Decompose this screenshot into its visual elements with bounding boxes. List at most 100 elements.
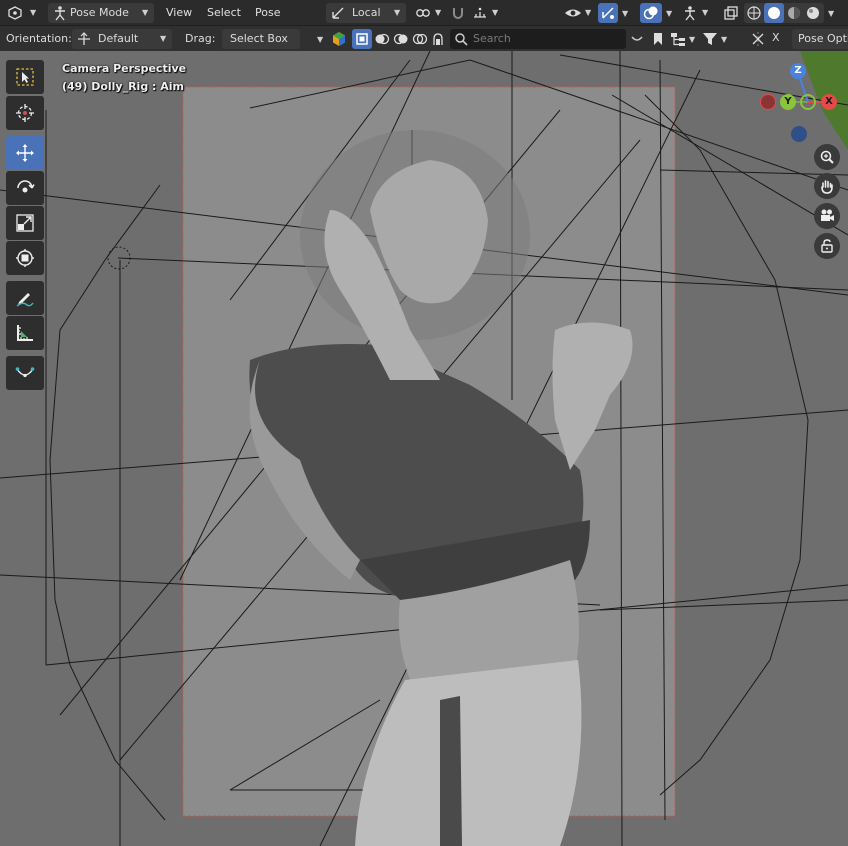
menu-pose[interactable]: Pose (255, 3, 280, 23)
bone-overlays-button[interactable]: ▼ (680, 3, 714, 23)
chevron-down-icon: ▼ (492, 8, 499, 17)
scale-tool[interactable] (6, 206, 44, 240)
axis-neg-z[interactable] (791, 126, 807, 142)
solid-shading-button[interactable] (764, 3, 784, 23)
select-subtract-icon[interactable] (393, 31, 409, 47)
pan-button[interactable] (814, 173, 840, 199)
editor-type-button[interactable]: ▼ (4, 3, 40, 23)
tool-settings-chevron-icon[interactable]: ▼ (317, 35, 323, 44)
select-difference-icon[interactable] (412, 31, 428, 47)
tool-settings-bar: Orientation: Default ▼ Drag: Select Box … (0, 26, 848, 51)
filter-chevron-icon[interactable]: ▼ (721, 35, 727, 44)
camera-icon (821, 209, 834, 221)
x-mirror-label: X (772, 31, 780, 44)
rotate-tool[interactable] (6, 171, 44, 205)
xray-icon (724, 6, 738, 20)
search-placeholder: Search (473, 32, 511, 45)
orientation-local-icon (332, 7, 344, 19)
wireframe-shading-icon[interactable] (746, 5, 762, 21)
menu-view[interactable]: View (166, 3, 192, 23)
axis-neg-x[interactable] (760, 94, 776, 110)
snap-toggle[interactable] (448, 3, 468, 23)
lock-camera-button[interactable] (814, 233, 840, 259)
pose-options-button[interactable]: Pose Opti (792, 29, 848, 49)
3d-viewport[interactable]: Camera Perspective (49) Dolly_Rig : Aim … (0, 51, 848, 846)
relax-tool[interactable] (6, 356, 44, 390)
snap-target-button[interactable]: ▼ (470, 3, 504, 23)
select-mode-new-button[interactable] (352, 29, 372, 49)
xray-toggle[interactable] (720, 3, 742, 23)
camera-perspective-label: Camera Perspective (62, 62, 187, 75)
select-box-tool[interactable] (6, 60, 44, 94)
axis-z[interactable]: Z (790, 63, 806, 79)
shading-menu-chevron-icon[interactable]: ▼ (828, 9, 834, 18)
camera-view-button[interactable] (814, 203, 840, 229)
pose-options-label: Pose Opti (798, 32, 848, 45)
material-shading-icon[interactable] (786, 5, 802, 21)
rotate-icon (17, 180, 35, 193)
chevron-down-icon: ▼ (394, 8, 401, 17)
axis-y[interactable]: Y (780, 94, 796, 110)
overlays-toggle[interactable] (640, 3, 662, 23)
transform-orientation-select[interactable]: Local ▼ (326, 3, 406, 23)
orientation-select[interactable]: Default ▼ (72, 29, 172, 49)
overlays-icon (643, 6, 658, 20)
editor-type-icon (8, 6, 22, 20)
gizmo-toggle[interactable] (598, 3, 618, 23)
orientation-value: Default (98, 32, 139, 45)
overlays-menu-chevron-icon[interactable]: ▼ (666, 9, 672, 18)
orientation-field-label: Orientation: (6, 32, 72, 45)
visibility-button[interactable]: ▼ (562, 3, 596, 23)
transform-tool[interactable] (6, 241, 44, 275)
curve-icon (15, 367, 35, 378)
rendered-shading-icon[interactable] (805, 5, 821, 21)
move-tool[interactable] (6, 136, 44, 170)
navigation-gizmo[interactable]: Z Y X (758, 63, 840, 145)
measure-tool[interactable] (6, 316, 44, 350)
menu-select[interactable]: Select (207, 3, 241, 23)
cursor-3d-icon (16, 104, 34, 122)
magnet-icon (453, 8, 463, 19)
select-box-icon (16, 68, 34, 86)
bookmark-icon[interactable] (651, 31, 665, 47)
select-extend-icon[interactable] (374, 31, 390, 47)
pose-mode-icon (55, 6, 65, 21)
solid-shading-icon (768, 7, 780, 19)
drag-select[interactable]: Select Box (222, 29, 300, 49)
annotate-tool[interactable] (6, 281, 44, 315)
cursor-tool[interactable] (6, 96, 44, 130)
select-intersect-icon[interactable] (430, 31, 446, 47)
search-icon (455, 33, 468, 46)
drag-value: Select Box (230, 32, 288, 45)
hierarchy-icon[interactable] (670, 31, 686, 47)
filter-dropdown-icon[interactable] (629, 31, 645, 47)
chevron-down-icon: ▼ (160, 34, 167, 43)
ruler-icon (17, 325, 33, 341)
mode-label: Pose Mode (70, 6, 129, 19)
x-mirror-icon[interactable] (750, 31, 766, 47)
hand-icon (821, 180, 833, 194)
shading-modes (744, 3, 824, 23)
chevron-down-icon: ▼ (30, 8, 37, 17)
viewport-header: ▼ Pose Mode ▼ View Select Pose Local ▼ ▼ (0, 0, 848, 26)
gizmo-menu-chevron-icon[interactable]: ▼ (622, 9, 628, 18)
filter-icon[interactable] (702, 31, 718, 47)
orientation-default-icon (78, 32, 90, 45)
zoom-button[interactable] (814, 144, 840, 170)
hierarchy-chevron-icon[interactable]: ▼ (689, 35, 695, 44)
pivot-point-button[interactable]: ▼ (412, 3, 446, 23)
pivot-icon (416, 9, 430, 17)
chevron-down-icon: ▼ (585, 8, 592, 17)
axis-x[interactable]: X (821, 94, 837, 110)
mode-select[interactable]: Pose Mode ▼ (48, 3, 154, 23)
drag-field-label: Drag: (185, 32, 216, 45)
search-input[interactable]: Search (450, 29, 626, 49)
viewport-scene (0, 51, 848, 846)
gizmo-icon (602, 7, 614, 19)
color-attribute-icon[interactable] (331, 31, 347, 47)
chevron-down-icon: ▼ (702, 8, 709, 17)
eye-icon (565, 9, 581, 17)
chevron-down-icon: ▼ (435, 8, 442, 17)
select-set-icon (356, 33, 368, 45)
axis-neg-y[interactable] (800, 94, 816, 110)
